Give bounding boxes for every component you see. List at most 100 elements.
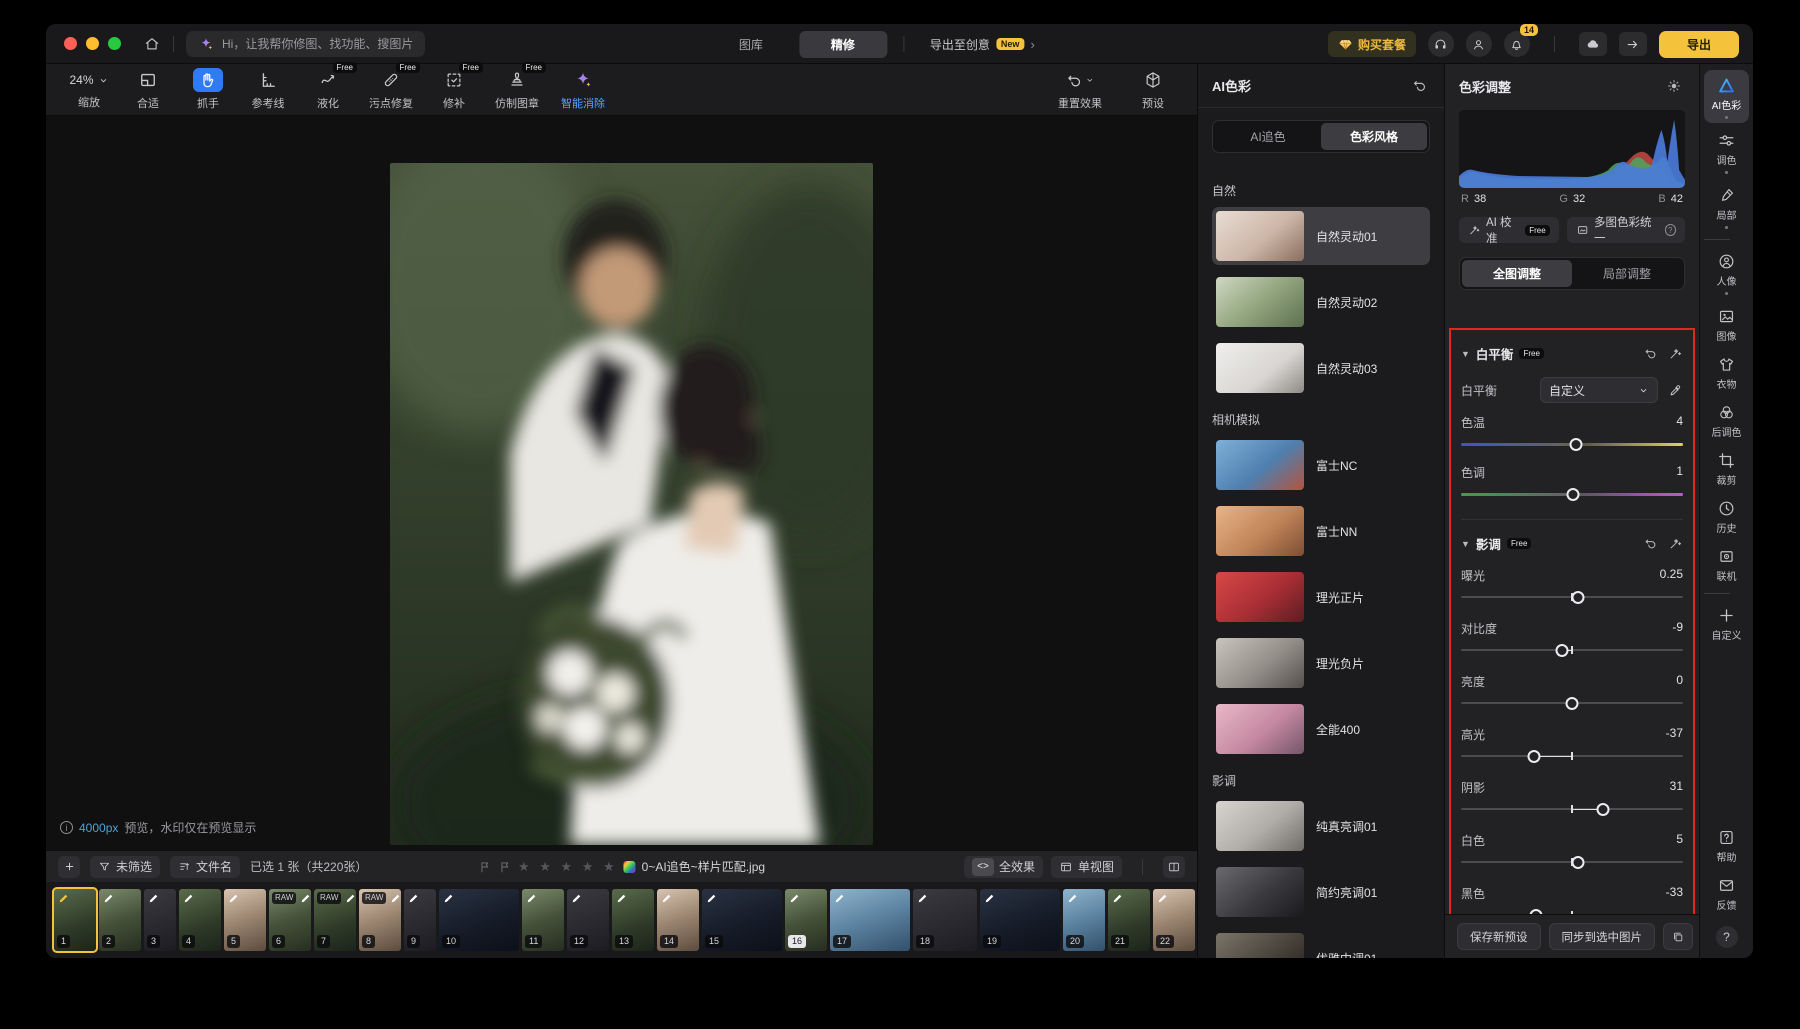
tab-gallery[interactable]: 图库 xyxy=(707,31,795,58)
slider[interactable] xyxy=(1461,588,1683,606)
slider-knob[interactable] xyxy=(1556,644,1569,657)
preset-item[interactable]: 自然灵动03 xyxy=(1212,339,1430,397)
slider-knob[interactable] xyxy=(1566,697,1579,710)
multi-image-sync-button[interactable]: 多图色彩统一 ? xyxy=(1567,217,1685,243)
tab-retouch[interactable]: 精修 xyxy=(799,31,887,58)
filmstrip-thumbnail[interactable]: RAW 8 xyxy=(359,889,401,951)
minimize-window-button[interactable] xyxy=(86,37,99,50)
tab-local-adjust[interactable]: 局部调整 xyxy=(1572,260,1682,287)
filmstrip-thumbnail[interactable]: RAW 19 xyxy=(980,889,1060,951)
preset-item[interactable]: 理光负片 xyxy=(1212,634,1430,692)
tab-global-adjust[interactable]: 全图调整 xyxy=(1462,260,1572,287)
preset-item[interactable]: 自然灵动02 xyxy=(1212,273,1430,331)
preset-item[interactable]: 简约亮调01 xyxy=(1212,863,1430,921)
single-view-toggle[interactable]: 单视图 xyxy=(1051,856,1122,878)
filmstrip-thumbnail[interactable]: RAW 4 xyxy=(179,889,221,951)
save-new-preset-button[interactable]: 保存新预设 xyxy=(1457,923,1541,950)
sidebar-item[interactable]: 反馈 xyxy=(1704,870,1749,916)
sync-to-selected-button[interactable]: 同步到选中图片 xyxy=(1549,923,1656,950)
tool-button[interactable]: Free 智能消除 xyxy=(550,68,616,111)
home-button[interactable] xyxy=(143,35,161,53)
tool-button[interactable]: Free 抓手 xyxy=(178,68,238,111)
tone-section-header[interactable]: ▼ 影调 Free xyxy=(1461,534,1683,553)
sidebar-item[interactable]: 后调色 xyxy=(1704,397,1749,443)
split-view-button[interactable] xyxy=(1163,856,1185,878)
close-window-button[interactable] xyxy=(64,37,77,50)
preset-item[interactable]: 富士NC xyxy=(1212,436,1430,494)
filmstrip-thumbnail[interactable]: RAW 11 xyxy=(522,889,564,951)
filmstrip-thumbnail[interactable]: RAW 20 xyxy=(1063,889,1105,951)
slider-knob[interactable] xyxy=(1570,438,1583,451)
slider-knob[interactable] xyxy=(1528,750,1541,763)
image-canvas[interactable]: i 4000px 预览，水印仅在预览显示 xyxy=(46,116,1197,850)
eyedropper-button[interactable] xyxy=(1668,383,1683,398)
slider-knob[interactable] xyxy=(1571,856,1584,869)
account-button[interactable] xyxy=(1466,31,1492,57)
zoom-control[interactable]: 24% 缩放 xyxy=(60,69,118,110)
filmstrip-thumbnail[interactable]: RAW 21 xyxy=(1108,889,1150,951)
sidebar-item[interactable]: 帮助 xyxy=(1704,822,1749,868)
section-reset-icon[interactable] xyxy=(1643,536,1658,551)
filmstrip-thumbnail[interactable]: RAW 22 xyxy=(1153,889,1195,951)
filmstrip-thumbnail[interactable]: RAW 3 xyxy=(144,889,176,951)
slider[interactable] xyxy=(1461,485,1683,503)
tool-button[interactable]: Free 合适 xyxy=(118,68,178,111)
tab-ai-trace[interactable]: AI追色 xyxy=(1215,123,1321,150)
add-photos-button[interactable] xyxy=(58,856,80,878)
filmstrip-thumbnail[interactable]: RAW 18 xyxy=(913,889,977,951)
cloud-sync-button[interactable] xyxy=(1579,32,1607,56)
rating-stars[interactable]: ★ ★ ★ ★ ★ xyxy=(518,859,618,875)
filmstrip[interactable]: RAW 1 RAW 2 RAW 3 RAW 4 RAW xyxy=(46,882,1197,958)
sidebar-item[interactable]: 衣物 xyxy=(1704,349,1749,395)
ai-calibrate-button[interactable]: AI 校准 Free xyxy=(1459,217,1559,243)
sidebar-item[interactable]: 局部 xyxy=(1704,180,1749,233)
sidebar-item[interactable]: 裁剪 xyxy=(1704,445,1749,491)
section-reset-icon[interactable] xyxy=(1643,346,1658,361)
slider-knob[interactable] xyxy=(1567,488,1580,501)
sidebar-item[interactable]: 调色 xyxy=(1704,125,1749,178)
buy-plan-button[interactable]: 购买套餐 xyxy=(1328,31,1416,57)
tool-button[interactable]: Free 污点修复 xyxy=(358,68,424,111)
help-button[interactable]: ? xyxy=(1716,926,1738,948)
slider[interactable] xyxy=(1461,694,1683,712)
preset-item[interactable]: 全能400 xyxy=(1212,700,1430,758)
slider-knob[interactable] xyxy=(1571,591,1584,604)
tool-button[interactable]: Free 参考线 xyxy=(238,68,298,111)
sidebar-item[interactable]: 自定义 xyxy=(1704,600,1749,646)
slider[interactable] xyxy=(1461,747,1683,765)
slider-knob[interactable] xyxy=(1597,803,1610,816)
panel-settings-button[interactable] xyxy=(1663,75,1685,97)
preset-item[interactable]: 自然灵动01 xyxy=(1212,207,1430,265)
filmstrip-thumbnail[interactable]: RAW 5 xyxy=(224,889,266,951)
sidebar-item[interactable]: 图像 xyxy=(1704,301,1749,347)
sidebar-item[interactable]: 历史 xyxy=(1704,493,1749,539)
filmstrip-thumbnail[interactable]: RAW 13 xyxy=(612,889,654,951)
flag-icon[interactable] xyxy=(478,860,492,874)
notifications-button[interactable]: 14 xyxy=(1504,31,1530,57)
slider[interactable] xyxy=(1461,435,1683,453)
filmstrip-thumbnail[interactable]: RAW 12 xyxy=(567,889,609,951)
adjust-sections[interactable]: ▼ 白平衡 Free 白平衡 自定义 色温4 xyxy=(1445,330,1699,922)
white-balance-dropdown[interactable]: 自定义 xyxy=(1540,377,1658,403)
color-label-swatch[interactable] xyxy=(624,861,636,873)
quick-export-button[interactable] xyxy=(1619,32,1647,56)
filmstrip-thumbnail[interactable]: RAW 14 xyxy=(657,889,699,951)
preset-item[interactable]: 富士NN xyxy=(1212,502,1430,560)
filmstrip-thumbnail[interactable]: RAW 17 xyxy=(830,889,910,951)
tool-button[interactable]: Free 液化 xyxy=(298,68,358,111)
sort-button[interactable]: 文件名 xyxy=(170,856,240,878)
sidebar-item[interactable]: 联机 xyxy=(1704,541,1749,587)
reset-effects-button[interactable]: 重置效果 xyxy=(1047,68,1113,111)
full-effect-toggle[interactable]: <> 全效果 xyxy=(964,856,1043,878)
filmstrip-thumbnail[interactable]: RAW 1 xyxy=(54,889,96,951)
tool-button[interactable]: Free 修补 xyxy=(424,68,484,111)
sidebar-item[interactable]: 人像 xyxy=(1704,246,1749,299)
copy-settings-button[interactable] xyxy=(1663,923,1693,950)
flag-icon[interactable] xyxy=(498,860,512,874)
tool-button[interactable]: Free 仿制图章 xyxy=(484,68,550,111)
filter-button[interactable]: 未筛选 xyxy=(90,856,160,878)
preset-item[interactable]: 纯真亮调01 xyxy=(1212,797,1430,855)
sidebar-item[interactable]: AI色彩 xyxy=(1704,70,1749,123)
presets-button[interactable]: 预设 xyxy=(1123,68,1183,111)
white-balance-section-header[interactable]: ▼ 白平衡 Free xyxy=(1461,344,1683,363)
